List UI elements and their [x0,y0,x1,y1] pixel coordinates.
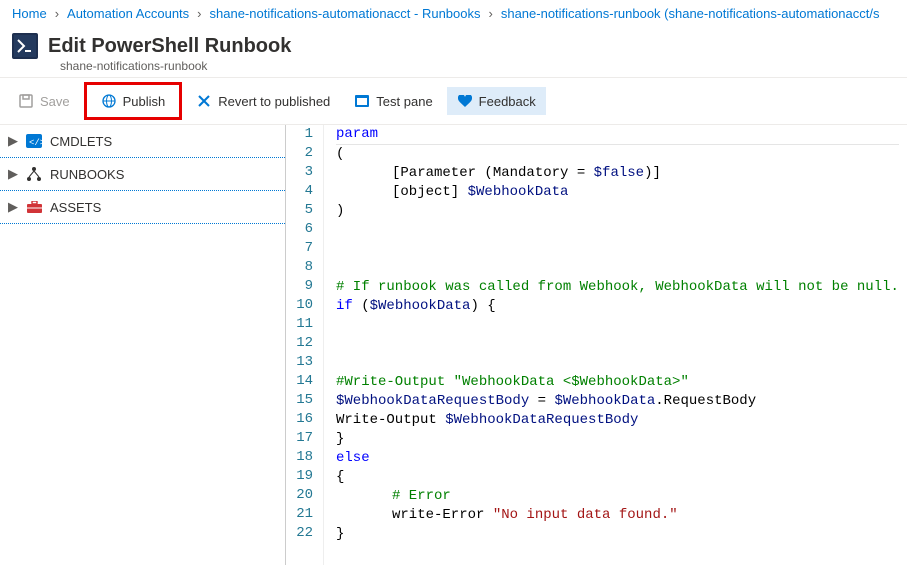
page-subtitle: shane-notifications-runbook [0,59,907,73]
revert-button[interactable]: Revert to published [186,87,340,115]
save-icon [18,93,34,109]
heart-icon [457,93,473,109]
breadcrumb: Home › Automation Accounts › shane-notif… [0,0,907,27]
breadcrumb-link[interactable]: shane-notifications-automationacct - Run… [210,6,481,21]
globe-icon [101,93,117,109]
sidebar: ▶ </> CMDLETS ▶ RUNBOOKS ▶ ASSETS [0,125,286,565]
toolbar: Save Publish Revert to published Test pa… [0,77,907,125]
save-button: Save [8,87,80,115]
publish-label: Publish [123,94,166,109]
code-icon: </> [26,133,42,149]
hierarchy-icon [26,166,42,182]
page-title: Edit PowerShell Runbook [48,35,291,58]
chevron-right-icon: › [193,6,205,21]
code-content[interactable]: param([Parameter (Mandatory = $false)][o… [324,125,899,565]
sidebar-item-cmdlets[interactable]: ▶ </> CMDLETS [0,125,285,158]
panel-icon [354,93,370,109]
breadcrumb-link[interactable]: Home [12,6,47,21]
feedback-label: Feedback [479,94,536,109]
chevron-right-icon: ▶ [8,199,18,215]
code-editor[interactable]: 12345678910111213141516171819202122 para… [286,125,907,565]
svg-text:</>: </> [29,138,42,148]
revert-label: Revert to published [218,94,330,109]
sidebar-item-assets[interactable]: ▶ ASSETS [0,191,285,224]
sidebar-item-label: CMDLETS [50,134,112,149]
chevron-right-icon: › [51,6,63,21]
highlight-annotation: Publish [84,82,183,120]
sidebar-item-label: RUNBOOKS [50,167,124,182]
page-header: Edit PowerShell Runbook [0,27,907,61]
breadcrumb-link[interactable]: shane-notifications-runbook (shane-notif… [501,6,880,21]
chevron-right-icon: › [485,6,497,21]
line-gutter: 12345678910111213141516171819202122 [286,125,324,565]
feedback-button[interactable]: Feedback [447,87,546,115]
main-area: ▶ </> CMDLETS ▶ RUNBOOKS ▶ ASSETS 123456… [0,125,907,565]
sidebar-item-label: ASSETS [50,200,101,215]
close-icon [196,93,212,109]
chevron-right-icon: ▶ [8,166,18,182]
breadcrumb-link[interactable]: Automation Accounts [67,6,189,21]
save-label: Save [40,94,70,109]
test-pane-button[interactable]: Test pane [344,87,442,115]
publish-button[interactable]: Publish [91,87,176,115]
powershell-icon [12,33,38,59]
chevron-right-icon: ▶ [8,133,18,149]
test-pane-label: Test pane [376,94,432,109]
sidebar-item-runbooks[interactable]: ▶ RUNBOOKS [0,158,285,191]
toolbox-icon [26,199,42,215]
